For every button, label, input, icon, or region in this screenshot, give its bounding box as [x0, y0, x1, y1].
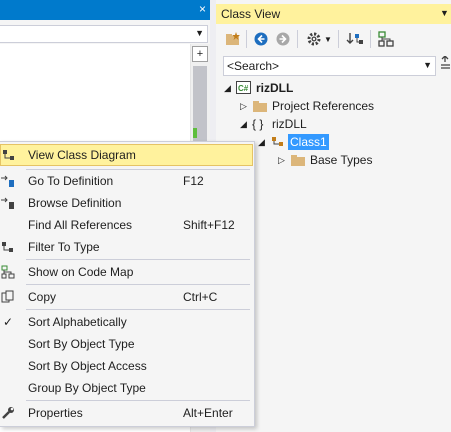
- folder-icon: [290, 154, 308, 167]
- copy-icon: [0, 289, 16, 305]
- sync-icon: [346, 33, 363, 44]
- menu-item-label: Find All References: [28, 218, 133, 232]
- tree-node-base-types[interactable]: ▷ Base Types: [278, 151, 374, 169]
- svg-text:C#: C#: [238, 84, 249, 93]
- menu-item-go-to-definition[interactable]: Go To Definition F12: [0, 170, 253, 192]
- expand-arrow-icon[interactable]: ▷: [278, 155, 290, 166]
- menu-item-find-all-references[interactable]: Find All References Shift+F12: [0, 214, 253, 236]
- menu-item-label: Group By Object Type: [28, 381, 146, 395]
- back-icon: [254, 32, 268, 46]
- split-window-button[interactable]: +: [192, 46, 208, 62]
- collapse-arrow-icon[interactable]: ◢: [258, 137, 270, 148]
- back-button[interactable]: [252, 30, 270, 48]
- menu-item-filter-to-type[interactable]: Filter To Type: [0, 236, 253, 258]
- menu-item-properties[interactable]: Properties Alt+Enter: [0, 402, 253, 424]
- menu-separator: [26, 259, 250, 260]
- member-dropdown[interactable]: ▼: [0, 25, 208, 43]
- menu-item-shortcut: Alt+Enter: [183, 406, 233, 420]
- tree-node-namespace[interactable]: ◢ { } rizDLL: [240, 115, 309, 133]
- search-options-icon[interactable]: [440, 55, 451, 76]
- namespace-icon: { }: [252, 117, 264, 131]
- menu-separator: [26, 400, 250, 401]
- forward-button[interactable]: [274, 30, 292, 48]
- check-icon: ✓: [2, 315, 14, 329]
- tree-node-label: rizDLL: [256, 81, 294, 95]
- expand-arrow-icon[interactable]: ▷: [240, 101, 252, 112]
- menu-item-copy[interactable]: Copy Ctrl+C: [0, 286, 253, 308]
- class-view-title: Class View: [221, 7, 281, 21]
- browse-definition-icon: [0, 195, 16, 211]
- menu-item-label: Sort By Object Access: [28, 359, 147, 373]
- menu-item-show-on-code-map[interactable]: Show on Code Map: [0, 261, 253, 283]
- sync-button[interactable]: [344, 30, 366, 48]
- menu-item-sort-by-object-access[interactable]: Sort By Object Access: [0, 355, 253, 377]
- toolbar-separator: [338, 30, 339, 48]
- menu-item-label: Sort By Object Type: [28, 337, 135, 351]
- toolbar-separator: [297, 30, 298, 48]
- menu-item-label: Copy: [28, 290, 57, 304]
- tree-node-label: Base Types: [310, 153, 373, 167]
- tree-node-label: Project References: [272, 99, 375, 113]
- editor-title-bar: ×: [0, 0, 210, 20]
- class-view-search[interactable]: ▼: [223, 56, 436, 76]
- tree-node-label: rizDLL: [272, 117, 307, 131]
- class-diagram-button[interactable]: [376, 30, 396, 48]
- change-marker: [193, 128, 197, 138]
- tree-node-class[interactable]: ◢ Class1: [258, 133, 329, 151]
- menu-separator: [26, 309, 250, 310]
- tree-node-project[interactable]: ◢ C# rizDLL: [224, 79, 295, 97]
- toolbar-separator: [370, 30, 371, 48]
- folder-icon: [252, 100, 270, 113]
- window-position-dropdown-icon[interactable]: ▼: [440, 8, 449, 18]
- csharp-project-icon: C#: [236, 81, 254, 95]
- collapse-arrow-icon[interactable]: ◢: [224, 83, 236, 94]
- tree-node-project-references[interactable]: ▷ Project References: [240, 97, 376, 115]
- filter-type-icon: [0, 239, 16, 255]
- toolbar-separator: [246, 30, 247, 48]
- close-icon[interactable]: ×: [199, 2, 206, 16]
- menu-item-shortcut: Ctrl+C: [183, 290, 218, 304]
- menu-separator: [26, 284, 250, 285]
- new-folder-icon: [226, 32, 240, 45]
- settings-button[interactable]: ▼: [304, 30, 334, 48]
- menu-item-shortcut: F12: [183, 174, 204, 188]
- menu-item-shortcut: Shift+F12: [183, 218, 235, 232]
- settings-icon: [307, 32, 321, 46]
- class-diagram-icon: [378, 31, 394, 47]
- chevron-down-icon: ▼: [324, 34, 332, 44]
- class-icon: [270, 135, 288, 149]
- new-folder-button[interactable]: [224, 30, 242, 48]
- tree-node-label: Class1: [288, 134, 329, 150]
- collapse-arrow-icon[interactable]: ◢: [240, 119, 252, 130]
- menu-item-sort-alphabetically[interactable]: ✓ Sort Alphabetically: [0, 311, 253, 333]
- chevron-down-icon: ▼: [195, 28, 204, 38]
- menu-item-label: View Class Diagram: [28, 148, 136, 162]
- context-menu: View Class Diagram Go To Definition F12 …: [0, 141, 255, 427]
- menu-item-label: Properties: [28, 406, 83, 420]
- menu-item-sort-by-object-type[interactable]: Sort By Object Type: [0, 333, 253, 355]
- menu-item-view-class-diagram[interactable]: View Class Diagram: [0, 144, 253, 166]
- menu-item-label: Sort Alphabetically: [28, 315, 127, 329]
- wrench-icon: [0, 405, 16, 421]
- goto-definition-icon: [0, 173, 16, 189]
- chevron-down-icon[interactable]: ▼: [423, 60, 432, 70]
- menu-item-browse-definition[interactable]: Browse Definition: [0, 192, 253, 214]
- menu-item-label: Filter To Type: [28, 240, 100, 254]
- forward-icon: [276, 32, 290, 46]
- menu-item-group-by-object-type[interactable]: Group By Object Type: [0, 377, 253, 399]
- class-diagram-icon: [1, 147, 17, 163]
- menu-item-label: Go To Definition: [28, 174, 114, 188]
- code-map-icon: [0, 264, 16, 280]
- menu-item-label: Show on Code Map: [28, 265, 134, 279]
- search-input[interactable]: [227, 58, 412, 74]
- menu-item-label: Browse Definition: [28, 196, 122, 210]
